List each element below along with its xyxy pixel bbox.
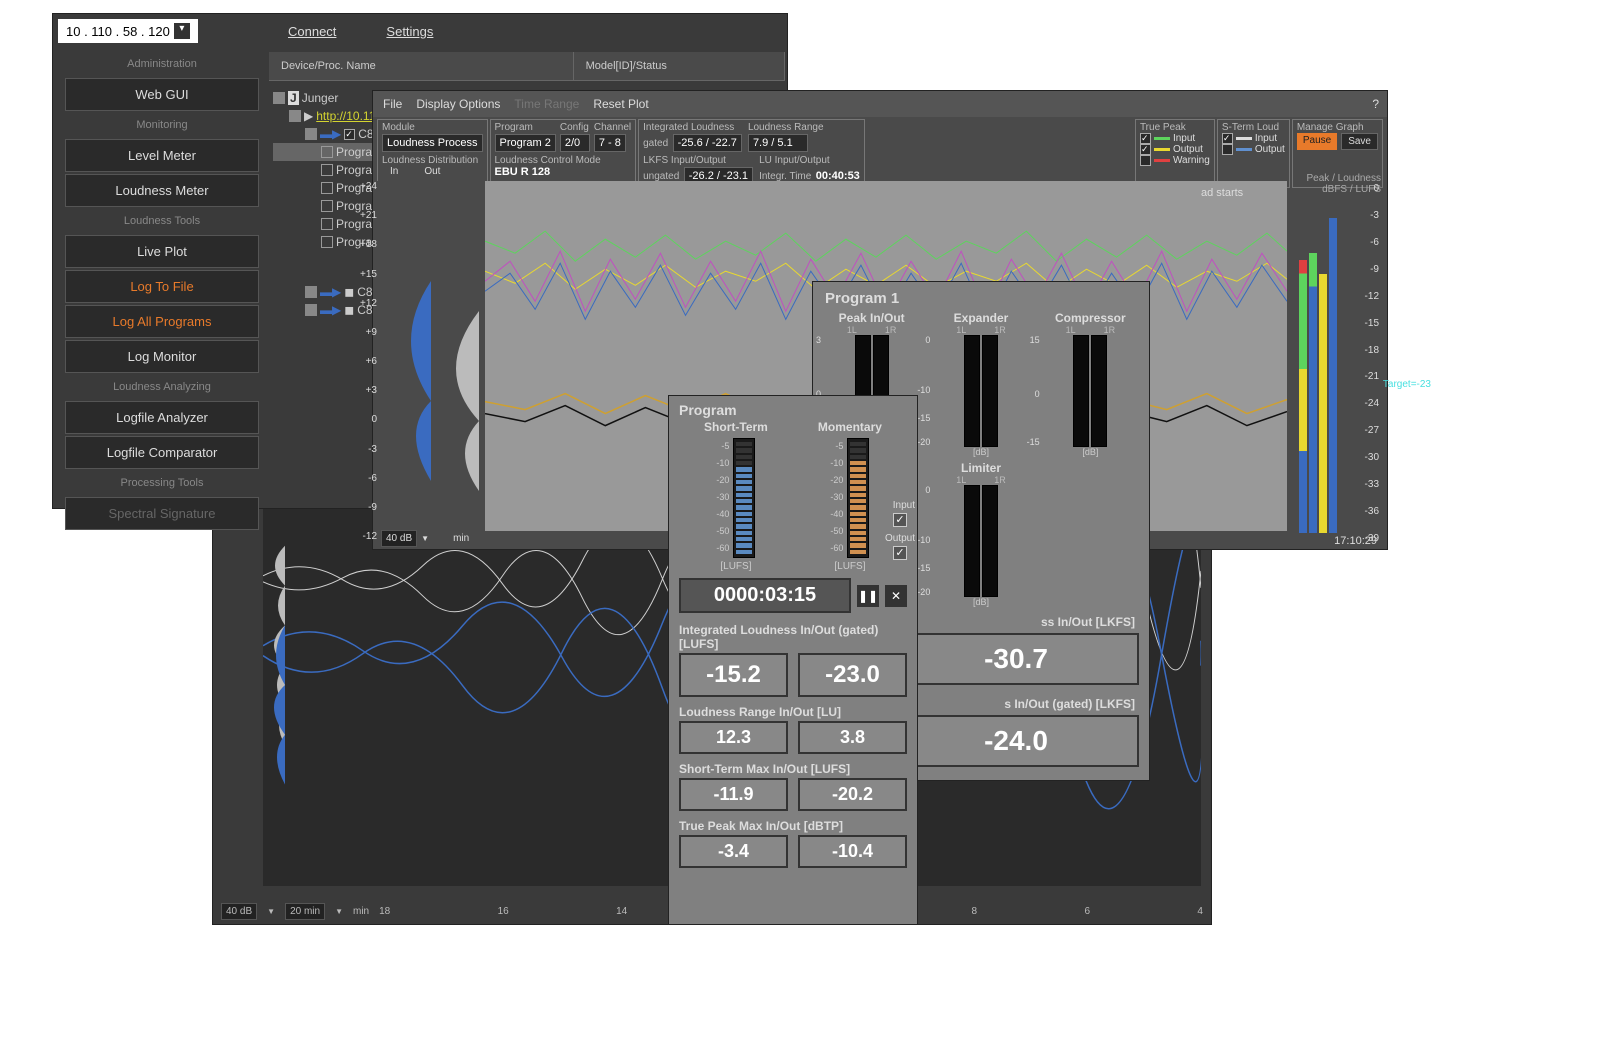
btn-web-gui[interactable]: Web GUI [65,78,259,111]
footer-min-select[interactable]: 20 min [285,903,325,920]
compressor-meter-l [1073,335,1089,447]
channel-value: 7 - 8 [594,134,626,152]
truepeak-in: -3.4 [679,835,788,868]
chk-warning[interactable] [1140,155,1151,166]
tree-checkbox[interactable] [321,200,333,212]
program-value: Program 2 [495,134,556,152]
tree-toggle-icon[interactable] [305,286,317,298]
ad-starts-label: ad starts [1201,187,1243,199]
output-checkbox[interactable] [893,546,907,560]
control-mode-value: EBU R 128 [495,166,632,178]
menu-connect[interactable]: Connect [288,24,336,39]
sidebar-section: Loudness Tools [59,209,265,233]
x-unit-label: min [453,533,469,544]
col-status: Model[ID]/Status [574,52,785,80]
ip-address-input[interactable]: 10 . 110 . 58 . 120 ▾ [58,19,198,43]
btn-logfile-comparator[interactable]: Logfile Comparator [65,436,259,469]
limiter-meter-r [982,485,998,597]
btn-log-to-file[interactable]: Log To File [65,270,259,303]
sidebar-section: Loudness Analyzing [59,375,265,399]
btn-logfile-analyzer[interactable]: Logfile Analyzer [65,401,259,434]
io-toggles: Input Output [885,500,915,562]
shortterm-out: -20.2 [798,778,907,811]
loudness-distribution: +24+21+18+15+12+9+6+30-3-6-9-12 [383,181,479,531]
integrated-out: -23.0 [798,653,907,697]
truepeak-out: -10.4 [798,835,907,868]
module-value: Loudness Process [382,134,483,152]
gated-value: -24.0 [893,715,1139,767]
x-unit: min [353,906,369,917]
tree-checkbox[interactable] [344,129,355,140]
ip-dropdown-icon[interactable]: ▾ [174,23,190,39]
program-title: Program [669,396,917,420]
tree-checkbox[interactable] [321,146,333,158]
timer-display: 0000:03:15 [679,578,851,613]
sidebar-section: Administration [59,52,265,76]
short-term-meter [733,438,755,558]
chk-sterm-input[interactable] [1222,133,1233,144]
expander-meter-l [964,335,980,447]
help-icon[interactable]: ? [1372,97,1379,111]
menu-settings[interactable]: Settings [386,24,433,39]
btn-log-monitor[interactable]: Log Monitor [65,340,259,373]
btn-level-meter[interactable]: Level Meter [65,139,259,172]
sidebar: Administration Web GUI Monitoring Level … [59,52,265,532]
right-level-meter [1299,183,1343,533]
plot-db-select[interactable]: 40 dB [381,530,417,547]
config-value: 2/0 [560,134,590,152]
footer-db-select[interactable]: 40 dB [221,903,257,920]
tree-checkbox[interactable] [321,218,333,230]
sidebar-section: Monitoring [59,113,265,137]
lra-in: 12.3 [679,721,788,754]
sidebar-section: Processing Tools [59,471,265,495]
reset-button[interactable]: ✕ [885,585,907,607]
chk-truepeak-input[interactable] [1140,133,1151,144]
plot-current-time: 17:10:29 [1334,535,1377,547]
pause-button[interactable]: Pause [1297,133,1337,150]
plot-right-scale: ad starts 0-3-6-9-12-15-18-21-24-27-30-3… [1291,183,1383,533]
col-device-name: Device/Proc. Name [269,52,574,80]
btn-loudness-meter[interactable]: Loudness Meter [65,174,259,207]
btn-live-plot[interactable]: Live Plot [65,235,259,268]
tree-toggle-icon[interactable] [305,304,317,316]
menu-file[interactable]: File [383,97,402,111]
limiter-meter-l [964,485,980,597]
dynamics-title: Program 1 [813,282,1149,311]
chk-truepeak-output[interactable] [1140,144,1151,155]
menu-reset-plot[interactable]: Reset Plot [593,97,648,111]
range-value: 7.9 / 5.1 [748,134,808,152]
shortterm-in: -11.9 [679,778,788,811]
tree-toggle-icon[interactable] [305,128,317,140]
menu-time-range[interactable]: Time Range [514,97,579,111]
tree-toggle-icon[interactable] [289,110,301,122]
input-checkbox[interactable] [893,513,907,527]
program-loudness-panel: Program Short-Term -5-10-20-30-40-50-60 … [668,395,918,925]
tree-checkbox[interactable] [321,236,333,248]
chk-sterm-output[interactable] [1222,144,1233,155]
tree-checkbox[interactable] [321,164,333,176]
loudness-out-value: -30.7 [893,633,1139,685]
menu-display-options[interactable]: Display Options [416,97,500,111]
integrated-in: -15.2 [679,653,788,697]
arrow-icon: ▶ [304,109,313,123]
btn-spectral-signature[interactable]: Spectral Signature [65,497,259,530]
momentary-meter [847,438,869,558]
expander-meter-r [982,335,998,447]
compressor-meter-r [1091,335,1107,447]
btn-log-all-programs[interactable]: Log All Programs [65,305,259,338]
gated-value: -25.6 / -22.7 [673,134,742,152]
plot-menubar: File Display Options Time Range Reset Pl… [373,91,1387,117]
tree-checkbox[interactable] [321,182,333,194]
save-button[interactable]: Save [1341,133,1378,150]
lra-out: 3.8 [798,721,907,754]
tree-toggle-icon[interactable] [273,92,285,104]
pause-button[interactable]: ❚❚ [857,585,879,607]
target-label: Target=-23 [1383,379,1431,390]
